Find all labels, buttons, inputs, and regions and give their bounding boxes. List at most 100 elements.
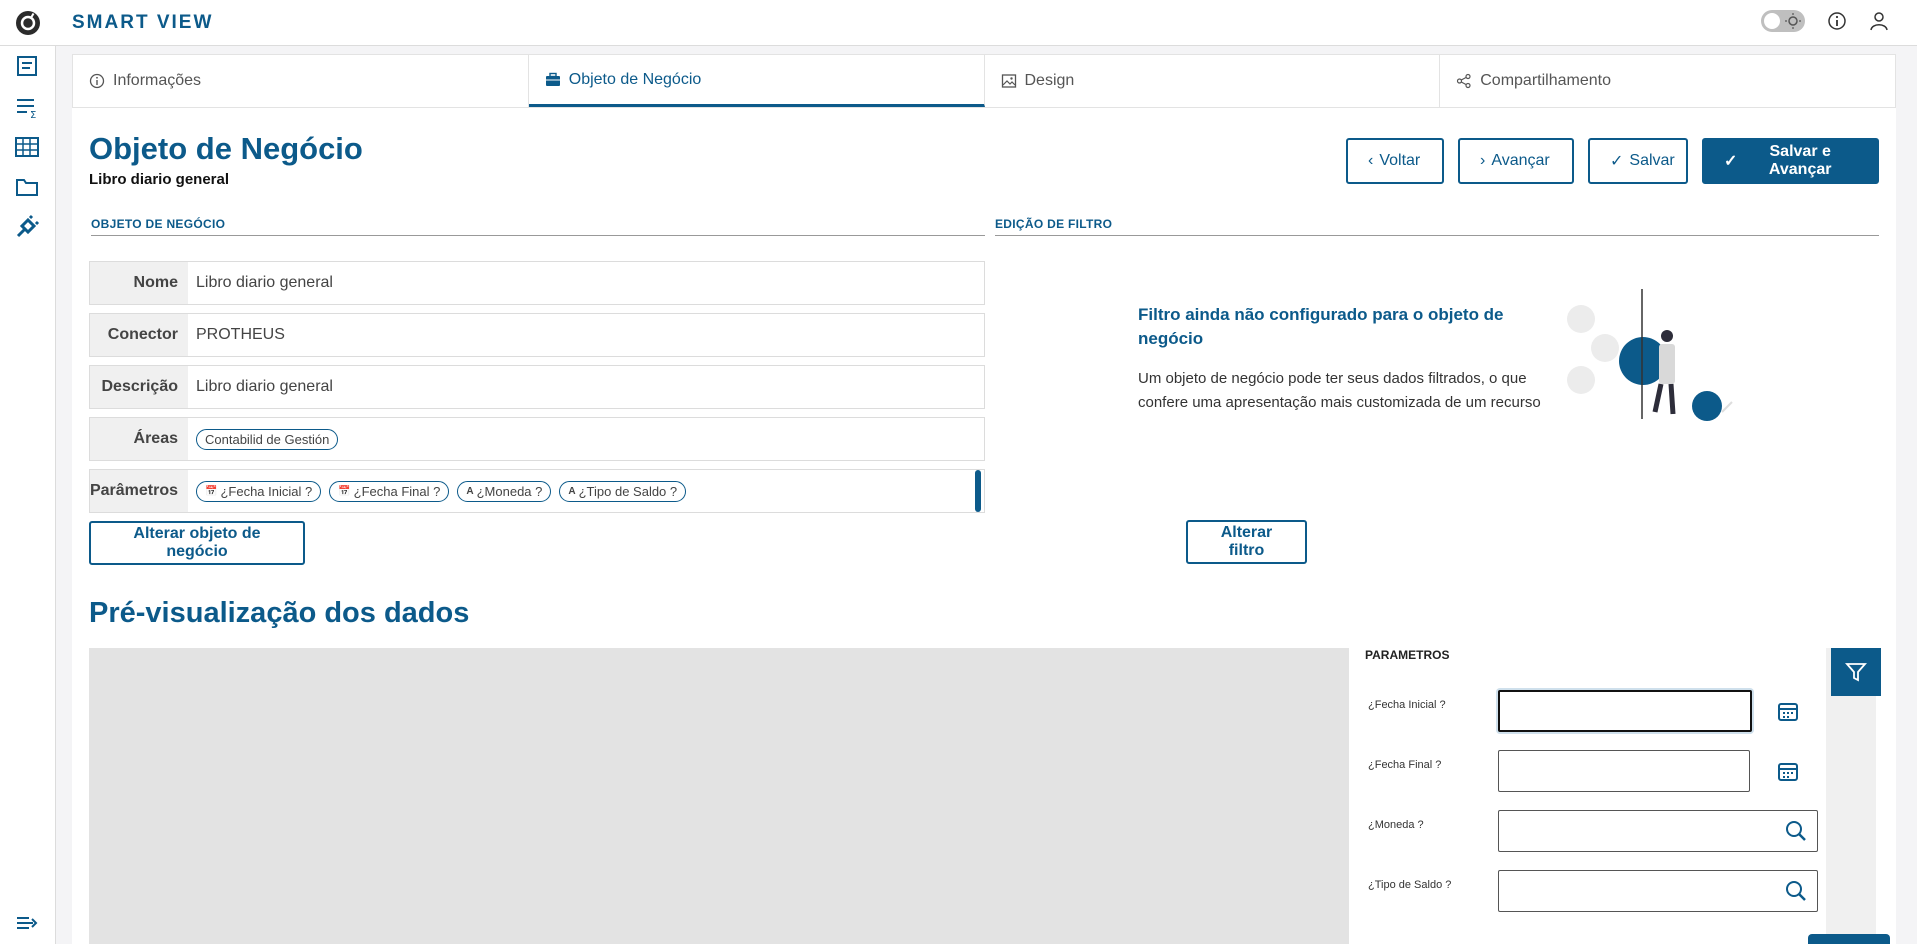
- field-label: Nome: [90, 262, 188, 304]
- sun-icon: [1785, 13, 1801, 29]
- person-pushing-illustration: [1567, 289, 1733, 421]
- plug-icon[interactable]: [14, 214, 40, 240]
- back-button-label: Voltar: [1379, 152, 1421, 169]
- change-business-object-button[interactable]: Alterar objeto de negócio: [89, 521, 305, 565]
- info-icon[interactable]: [1827, 11, 1847, 31]
- field-value: Libro diario general: [196, 274, 333, 291]
- app-logo-icon[interactable]: [14, 9, 42, 37]
- sidebar: Σ: [0, 46, 56, 944]
- save-next-button-label: Salvar e Avançar: [1768, 143, 1832, 178]
- field-connector: Conector PROTHEUS: [89, 313, 985, 357]
- param-label: ¿Fecha Final ?: [1368, 759, 1442, 771]
- folder-icon[interactable]: [14, 174, 40, 200]
- briefcase-icon: [545, 72, 560, 86]
- search-icon[interactable]: [1785, 880, 1807, 902]
- list-sum-icon[interactable]: Σ: [14, 94, 40, 120]
- save-next-button[interactable]: ✓ Salvar e Avançar: [1702, 138, 1879, 184]
- check-icon: ✓: [1610, 153, 1624, 170]
- filter-icon: [1845, 663, 1867, 682]
- tab-label: Objeto de Negócio: [568, 70, 702, 88]
- share-icon: [1457, 73, 1471, 89]
- param-chip-label: ¿Moneda ?: [476, 483, 543, 499]
- check-icon: ✓: [1724, 153, 1738, 170]
- param-label: ¿Tipo de Saldo ?: [1368, 879, 1452, 891]
- end-date-input[interactable]: [1498, 750, 1750, 792]
- tab-label: Informações: [113, 72, 202, 89]
- toggle-knob: [1764, 13, 1780, 29]
- field-label: Parâmetros: [90, 470, 188, 512]
- change-filter-button[interactable]: Alterar filtro: [1186, 520, 1307, 564]
- text-type-icon: A: [568, 485, 576, 497]
- theme-toggle[interactable]: [1761, 10, 1805, 32]
- back-button[interactable]: ‹ Voltar: [1346, 138, 1444, 184]
- field-description: Descrição Libro diario general: [89, 365, 985, 409]
- tab-label: Design: [1024, 72, 1075, 89]
- preview-title: Pré-visualização dos dados: [89, 597, 470, 629]
- tab-design[interactable]: Design: [985, 55, 1441, 107]
- chevron-left-icon: ‹: [1368, 152, 1374, 169]
- field-value: Libro diario general: [196, 378, 333, 395]
- param-chip: A ¿Moneda ?: [457, 480, 552, 502]
- calendar-icon[interactable]: [1777, 760, 1799, 782]
- next-button-label: Avançar: [1491, 152, 1550, 169]
- search-icon[interactable]: [1785, 820, 1807, 842]
- param-chip-label: ¿Fecha Inicial ?: [220, 483, 313, 499]
- action-bar: ‹ Voltar › Avançar ✓ Salvar ✓ Salvar e Avanç…: [1346, 138, 1879, 184]
- tab-compartilhamento[interactable]: Compartilhamento: [1440, 55, 1895, 107]
- param-label: ¿Fecha Inicial ?: [1368, 699, 1446, 711]
- parameters-heading: PARAMETROS: [1365, 648, 1450, 662]
- user-icon[interactable]: [1869, 11, 1889, 31]
- scrollbar-thumb[interactable]: [975, 470, 981, 512]
- start-date-input[interactable]: [1498, 690, 1752, 732]
- field-value: Contabilid de Gestión: [188, 418, 984, 460]
- apply-parameters-button[interactable]: [1808, 934, 1890, 944]
- next-button[interactable]: › Avançar: [1458, 138, 1574, 184]
- tab-label: Compartilhamento: [1480, 72, 1611, 89]
- main-content: Informações Objeto de Negócio Design Com…: [72, 54, 1896, 944]
- param-chip: A ¿Tipo de Saldo ?: [559, 480, 687, 502]
- field-label: Descrição: [90, 366, 188, 408]
- area-chip: Contabilid de Gestión: [196, 428, 339, 450]
- page-title: Objeto de Negócio: [89, 131, 363, 166]
- calendar-icon: 📅: [338, 485, 351, 497]
- field-value: 📅 ¿Fecha Inicial ? 📅 ¿Fecha Final ? A ¿Mone…: [188, 470, 984, 512]
- app-title: SMART VIEW: [72, 12, 214, 33]
- tab-objeto-de-negocio[interactable]: Objeto de Negócio: [528, 55, 985, 107]
- table-icon[interactable]: [14, 134, 40, 160]
- param-chip-label: ¿Tipo de Saldo ?: [578, 483, 678, 499]
- filter-empty-title: Filtro ainda não configurado para o obje…: [1138, 305, 1504, 348]
- field-name: Nome Libro diario general: [89, 261, 985, 305]
- param-chip-label: ¿Fecha Final ?: [353, 483, 441, 499]
- currency-input[interactable]: [1498, 810, 1818, 852]
- info-icon: [89, 73, 105, 89]
- chevron-right-icon: ›: [1480, 152, 1486, 169]
- business-object-section-label: OBJETO DE NEGÓCIO: [91, 217, 985, 236]
- field-label: Áreas: [90, 418, 188, 460]
- field-areas: Áreas Contabilid de Gestión: [89, 417, 985, 461]
- preview-area: [89, 648, 1349, 944]
- save-button-label: Salvar: [1629, 152, 1675, 169]
- report-icon[interactable]: [14, 54, 40, 80]
- top-bar: SMART VIEW: [0, 0, 1917, 46]
- filter-empty-text: Um objeto de negócio pode ter seus dados…: [1138, 370, 1541, 411]
- calendar-icon: 📅: [205, 485, 218, 497]
- expand-menu-icon[interactable]: [14, 910, 40, 936]
- image-icon: [1001, 74, 1016, 88]
- field-parameters: Parâmetros 📅 ¿Fecha Inicial ? 📅 ¿Fecha Fin…: [89, 469, 985, 513]
- param-chip: 📅 ¿Fecha Inicial ?: [196, 480, 322, 502]
- parameters-panel: PARAMETROS ¿Fecha Inicial ? ¿Fecha Final…: [1349, 648, 1869, 944]
- field-label: Conector: [90, 314, 188, 356]
- param-label: ¿Moneda ?: [1368, 819, 1424, 831]
- save-button[interactable]: ✓ Salvar: [1588, 138, 1688, 184]
- text-type-icon: A: [466, 485, 474, 497]
- tab-bar: Informações Objeto de Negócio Design Com…: [72, 54, 1896, 108]
- filter-section-label: EDIÇÃO DE FILTRO: [995, 217, 1879, 236]
- filter-toggle-button[interactable]: [1831, 648, 1881, 696]
- balance-type-input[interactable]: [1498, 870, 1818, 912]
- tab-informacoes[interactable]: Informações: [73, 55, 529, 107]
- field-value: PROTHEUS: [196, 326, 285, 343]
- param-chip: 📅 ¿Fecha Final ?: [329, 480, 450, 502]
- calendar-icon[interactable]: [1777, 700, 1799, 722]
- svg-text:Σ: Σ: [30, 110, 36, 120]
- page-subtitle: Libro diario general: [89, 171, 230, 188]
